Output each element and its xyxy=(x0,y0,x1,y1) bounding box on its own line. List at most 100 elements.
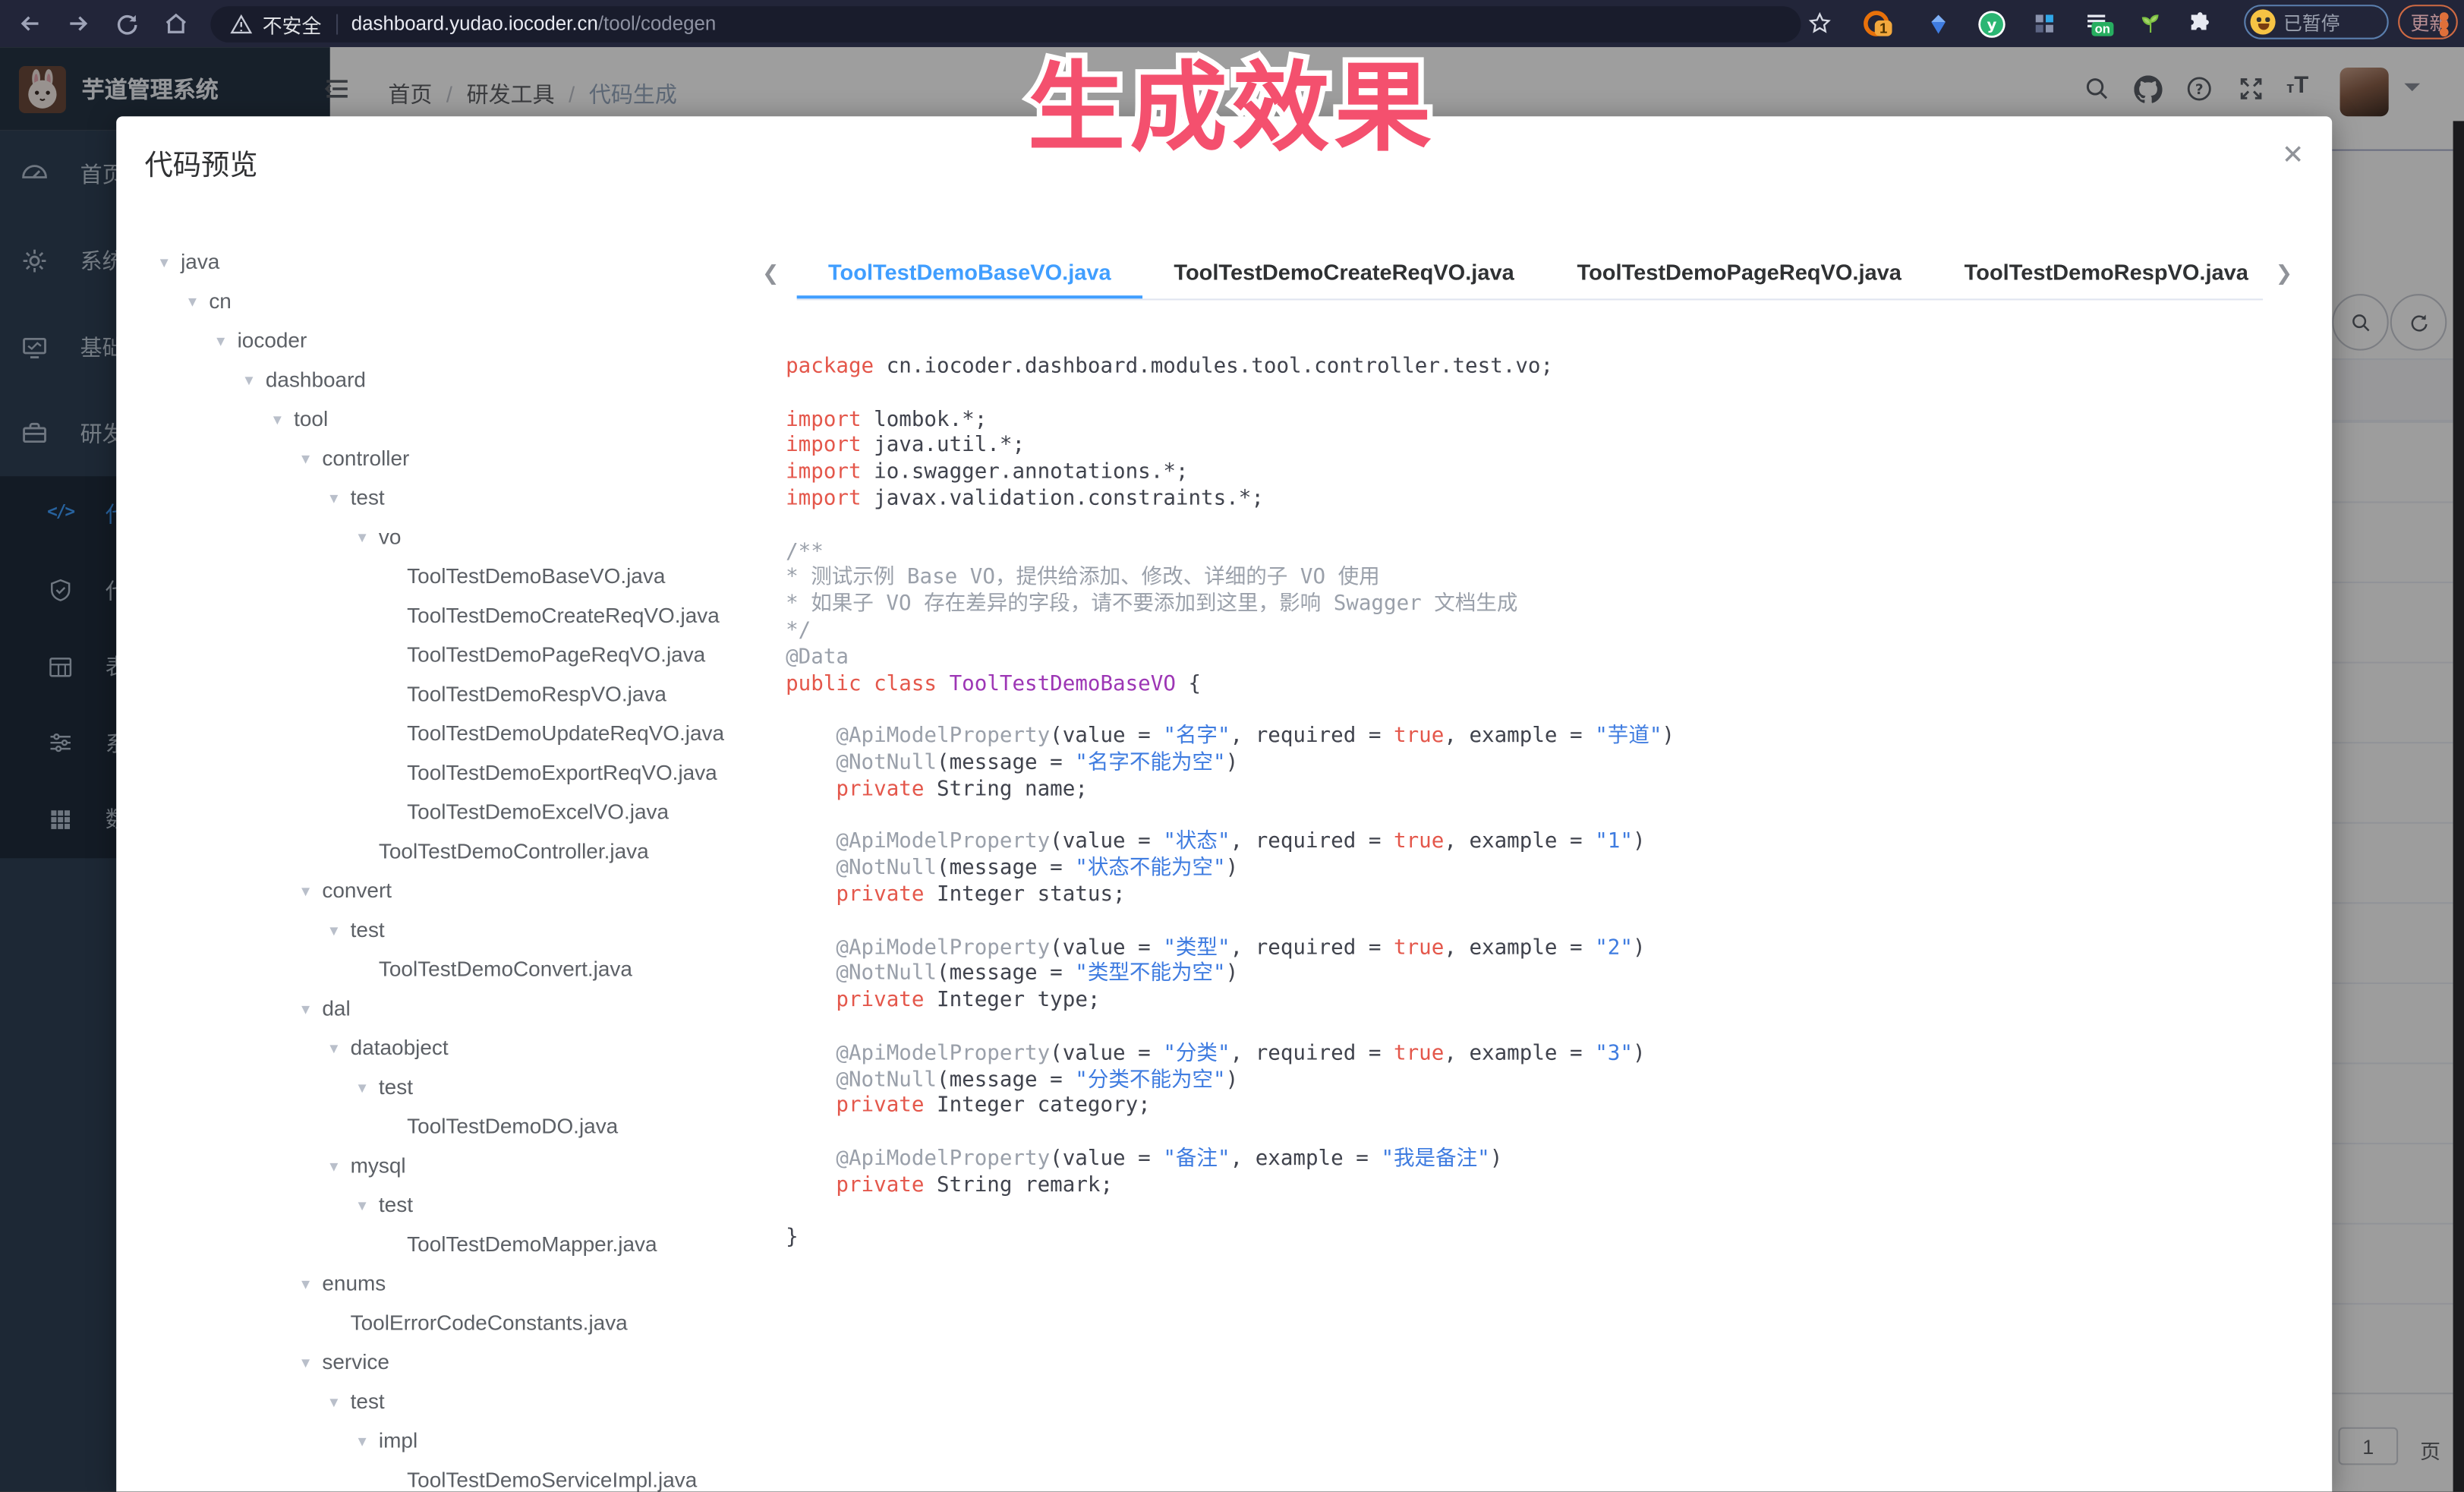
tree-file[interactable]: ▼ToolTestDemoUpdateReqVO.java xyxy=(157,714,786,753)
tree-file[interactable]: ▼ToolTestDemoController.java xyxy=(157,831,786,871)
code-line: @ApiModelProperty(value = "类型", required… xyxy=(786,936,2294,963)
tree-file[interactable]: ▼ToolTestDemoExcelVO.java xyxy=(157,792,786,831)
code-line: package cn.iocoder.dashboard.modules.too… xyxy=(786,355,2294,382)
code-line xyxy=(786,699,2294,725)
browser-home-icon[interactable] xyxy=(162,9,190,37)
tree-folder[interactable]: ▼test xyxy=(157,910,786,950)
caret-down-icon[interactable]: ▼ xyxy=(298,882,322,898)
tree-label: impl xyxy=(379,1429,417,1453)
tree-folder[interactable]: ▼dataobject xyxy=(157,1028,786,1068)
code-line: private String remark; xyxy=(786,1174,2294,1200)
caret-down-icon[interactable]: ▼ xyxy=(327,922,351,938)
tree-folder[interactable]: ▼test xyxy=(157,1382,786,1421)
caret-down-icon[interactable]: ▼ xyxy=(327,1158,351,1174)
caret-down-icon[interactable]: ▼ xyxy=(157,254,181,270)
caret-down-icon[interactable]: ▼ xyxy=(298,1354,322,1370)
tree-file[interactable]: ▼ToolTestDemoDO.java xyxy=(157,1106,786,1146)
extension-y-icon[interactable]: y xyxy=(1975,8,2006,39)
tree-label: service xyxy=(322,1350,389,1374)
extensions-puzzle-icon[interactable] xyxy=(2185,8,2216,39)
tree-file[interactable]: ▼ToolTestDemoMapper.java xyxy=(157,1225,786,1264)
tree-label: test xyxy=(379,1075,413,1099)
extension-list-on-icon[interactable]: on xyxy=(2081,8,2112,39)
caret-down-icon[interactable]: ▼ xyxy=(355,1433,379,1449)
tree-file[interactable]: ▼ToolErrorCodeConstants.java xyxy=(157,1303,786,1342)
paused-label: 已暂停 xyxy=(2283,8,2340,35)
caret-down-icon[interactable]: ▼ xyxy=(355,1079,379,1095)
tree-folder[interactable]: ▼impl xyxy=(157,1421,786,1460)
tree-folder[interactable]: ▼test xyxy=(157,1185,786,1225)
tree-file[interactable]: ▼ToolTestDemoConvert.java xyxy=(157,949,786,989)
close-icon[interactable]: ✕ xyxy=(2282,140,2305,171)
tree-file[interactable]: ▼ToolTestDemoPageReqVO.java xyxy=(157,635,786,674)
tree-label: ToolTestDemoCreateReqVO.java xyxy=(407,604,720,627)
caret-down-icon[interactable]: ▼ xyxy=(270,411,294,427)
tree-file[interactable]: ▼ToolTestDemoCreateReqVO.java xyxy=(157,596,786,636)
tree-folder[interactable]: ▼service xyxy=(157,1342,786,1382)
extension-squares-icon[interactable] xyxy=(2029,8,2060,39)
tree-folder[interactable]: ▼controller xyxy=(157,439,786,478)
tree-label: dataobject xyxy=(351,1036,449,1059)
tree-label: ToolTestDemoConvert.java xyxy=(379,957,632,981)
code-line xyxy=(786,1015,2294,1042)
tree-label: ToolTestDemoPageReqVO.java xyxy=(407,643,705,667)
caret-down-icon[interactable]: ▼ xyxy=(214,333,238,349)
tree-label: ToolTestDemoServiceImpl.java xyxy=(407,1468,697,1492)
code-line: @NotNull(message = "状态不能为空") xyxy=(786,857,2294,884)
tree-folder[interactable]: ▼convert xyxy=(157,871,786,910)
tree-folder[interactable]: ▼java xyxy=(157,242,786,282)
extension-sprout-icon[interactable] xyxy=(2134,8,2165,39)
bookmark-star-icon[interactable] xyxy=(1804,8,1835,39)
caret-down-icon[interactable]: ▼ xyxy=(298,450,322,466)
browser-reload-icon[interactable] xyxy=(113,9,141,37)
browser-forward-icon[interactable] xyxy=(65,9,93,37)
code-line xyxy=(786,1200,2294,1227)
code-line: @ApiModelProperty(value = "名字", required… xyxy=(786,725,2294,752)
caret-down-icon[interactable]: ▼ xyxy=(242,372,266,388)
tabs-scroll-right-icon[interactable]: ❯ xyxy=(2276,261,2298,286)
tree-folder[interactable]: ▼cn xyxy=(157,282,786,321)
caret-down-icon[interactable]: ▼ xyxy=(355,1197,379,1213)
browser-toolbar: 不安全 dashboard.yudao.iocoder.cn/tool/code… xyxy=(0,0,2464,47)
tree-folder[interactable]: ▼test xyxy=(157,1068,786,1107)
tabs-row: ToolTestDemoBaseVO.java ToolTestDemoCrea… xyxy=(797,248,2263,300)
tree-label: ToolTestDemoExportReqVO.java xyxy=(407,761,717,784)
tree-label: dashboard xyxy=(266,367,366,391)
tree-file[interactable]: ▼ToolTestDemoBaseVO.java xyxy=(157,557,786,596)
caret-down-icon[interactable]: ▼ xyxy=(327,490,351,506)
tree-label: ToolErrorCodeConstants.java xyxy=(351,1311,628,1335)
tab-file-0[interactable]: ToolTestDemoBaseVO.java xyxy=(797,248,1142,298)
tab-file-2[interactable]: ToolTestDemoPageReqVO.java xyxy=(1546,248,1933,298)
caret-down-icon[interactable]: ▼ xyxy=(185,293,209,309)
tree-folder[interactable]: ▼tool xyxy=(157,399,786,439)
tree-folder[interactable]: ▼mysql xyxy=(157,1146,786,1185)
tabs-scroll-left-icon[interactable]: ❮ xyxy=(762,261,784,286)
caret-down-icon[interactable]: ▼ xyxy=(355,529,379,545)
code-line xyxy=(786,514,2294,541)
tree-file[interactable]: ▼ToolTestDemoRespVO.java xyxy=(157,674,786,714)
tree-folder[interactable]: ▼test xyxy=(157,478,786,517)
tree-label: ToolTestDemoBaseVO.java xyxy=(407,564,665,588)
caret-down-icon[interactable]: ▼ xyxy=(298,1276,322,1292)
caret-down-icon[interactable]: ▼ xyxy=(298,1001,322,1017)
caret-down-icon[interactable]: ▼ xyxy=(327,1393,351,1409)
address-bar[interactable]: 不安全 dashboard.yudao.iocoder.cn/tool/code… xyxy=(210,5,1801,42)
code-line xyxy=(786,1121,2294,1147)
tab-file-1[interactable]: ToolTestDemoCreateReqVO.java xyxy=(1142,248,1546,298)
extension-gem-icon[interactable] xyxy=(1922,8,1953,39)
tree-folder[interactable]: ▼iocoder xyxy=(157,320,786,360)
tree-folder[interactable]: ▼dal xyxy=(157,989,786,1028)
tree-file[interactable]: ▼ToolTestDemoServiceImpl.java xyxy=(157,1460,786,1491)
not-secure-warning-icon xyxy=(229,12,253,36)
tree-folder[interactable]: ▼enums xyxy=(157,1263,786,1303)
caret-down-icon[interactable]: ▼ xyxy=(327,1039,351,1055)
tree-folder[interactable]: ▼vo xyxy=(157,517,786,557)
browser-menu-icon[interactable]: ⦁⦁⦁ xyxy=(2439,11,2449,34)
browser-back-icon[interactable] xyxy=(16,9,44,37)
paused-extension-button[interactable]: 已暂停 xyxy=(2244,5,2388,39)
tree-label: ToolTestDemoMapper.java xyxy=(407,1232,657,1256)
tree-file[interactable]: ▼ToolTestDemoExportReqVO.java xyxy=(157,753,786,793)
tree-folder[interactable]: ▼dashboard xyxy=(157,360,786,399)
extension-ubuntu-icon[interactable]: 1 xyxy=(1861,8,1892,39)
tab-file-3[interactable]: ToolTestDemoRespVO.java xyxy=(1933,248,2263,298)
